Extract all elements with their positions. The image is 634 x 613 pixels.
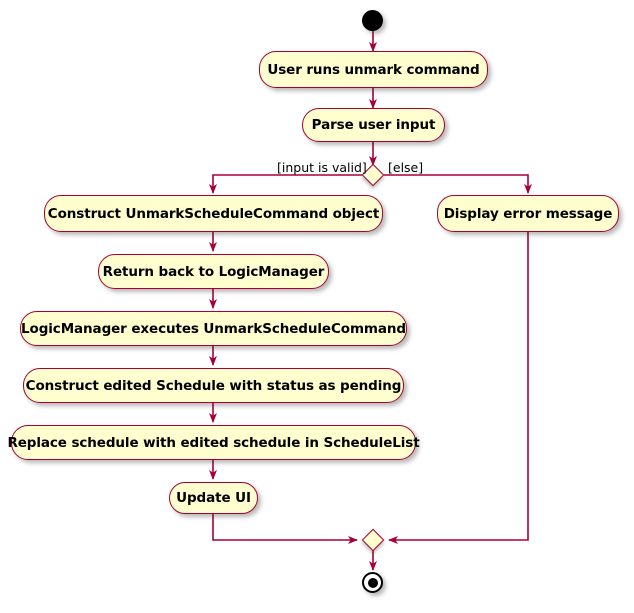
- edge-decision-split-right: [384, 174, 532, 194]
- activity-display-error-message[interactable]: Display error message: [437, 195, 619, 232]
- activity-update-ui[interactable]: Update UI: [169, 482, 258, 514]
- activity-diagram-canvas: User runs unmark command Parse user inpu…: [0, 0, 634, 613]
- activity-label: Display error message: [443, 205, 613, 222]
- end-node: [362, 572, 383, 593]
- activity-user-runs-unmark-command[interactable]: User runs unmark command: [259, 51, 488, 88]
- activity-construct-edited-schedule-with-status-pending[interactable]: Construct edited Schedule with status as…: [23, 368, 404, 403]
- activity-return-back-to-logicmanager[interactable]: Return back to LogicManager: [98, 254, 329, 289]
- activity-construct-unmark-schedule-command-object[interactable]: Construct UnmarkScheduleCommand object: [44, 195, 383, 232]
- diagram-edges: [209, 31, 532, 571]
- activity-label: User runs unmark command: [267, 61, 480, 78]
- edge-a9-to-merge: [388, 232, 529, 544]
- activity-label: Replace schedule with edited schedule in…: [7, 434, 420, 451]
- activity-replace-schedule-with-edited-schedule[interactable]: Replace schedule with edited schedule in…: [7, 425, 420, 460]
- start-node: [362, 10, 383, 31]
- guard-text: [input is valid]: [277, 160, 367, 175]
- activity-label: Construct UnmarkScheduleCommand object: [47, 205, 380, 222]
- merge-diamond: [361, 528, 385, 552]
- activity-label: Update UI: [176, 490, 251, 506]
- edge-decision-split-left: [209, 174, 362, 194]
- activity-label: Construct edited Schedule with status as…: [25, 377, 402, 394]
- activity-logicmanager-executes-unmark-schedule-command[interactable]: LogicManager executes UnmarkScheduleComm…: [20, 311, 407, 346]
- activity-parse-user-input[interactable]: Parse user input: [302, 108, 445, 142]
- activity-label: LogicManager executes UnmarkScheduleComm…: [21, 320, 406, 337]
- guard-text: [else]: [388, 160, 424, 175]
- activity-label: Parse user input: [311, 117, 436, 133]
- guard-label-input-is-valid: [input is valid]: [277, 160, 367, 175]
- guard-label-else: [else]: [388, 160, 423, 175]
- edge-a8-to-merge: [212, 513, 358, 544]
- activity-label: Return back to LogicManager: [102, 263, 325, 280]
